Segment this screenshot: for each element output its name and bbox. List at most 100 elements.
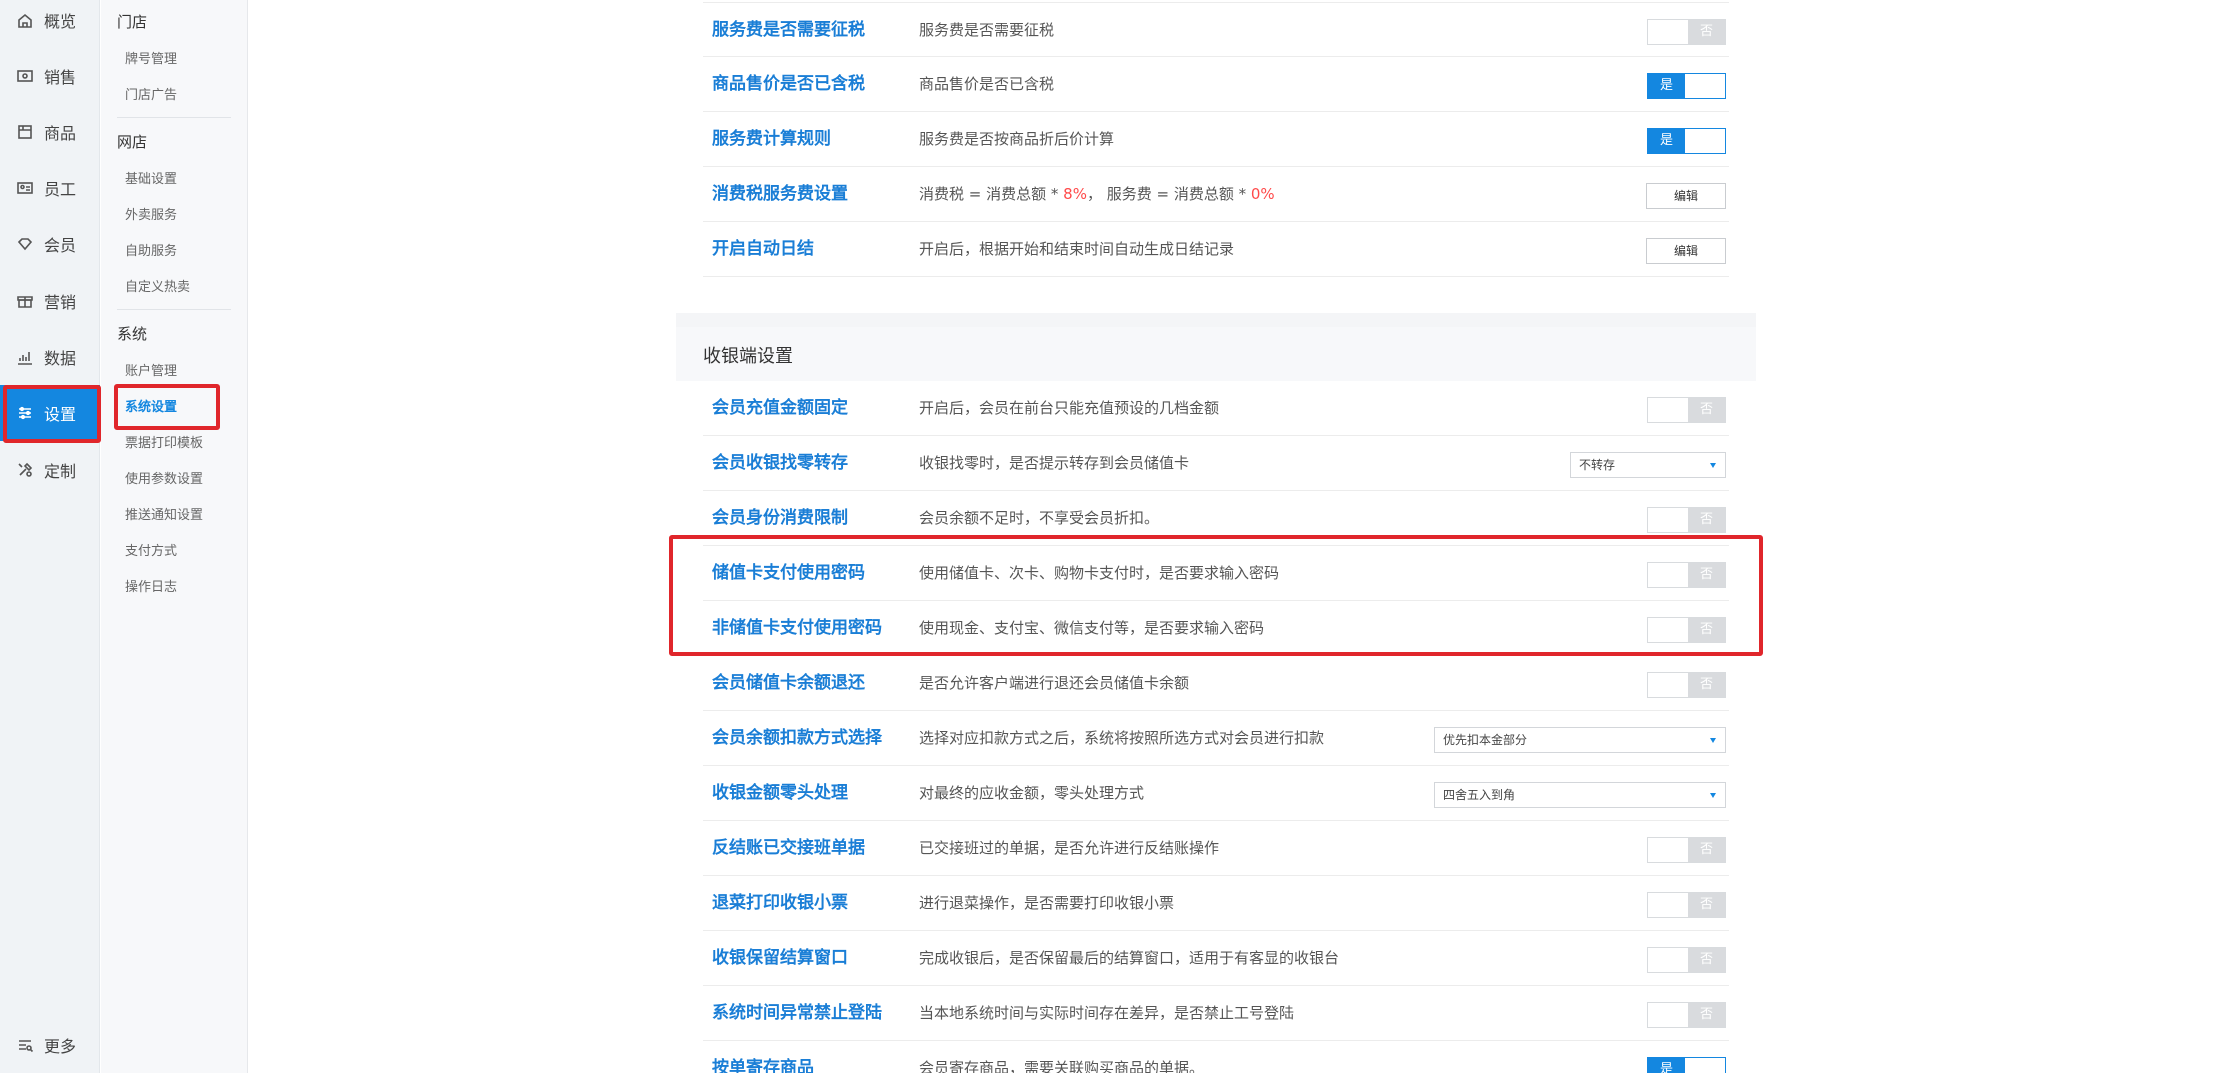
setting-description: 进行退菜操作，是否需要打印收银小票 bbox=[919, 894, 1175, 912]
subnav-item[interactable]: 推送通知设置 bbox=[125, 504, 203, 523]
setting-row: 收银保留结算窗口 完成收银后，是否保留最后的结算窗口，适用于有客显的收银台 否 bbox=[703, 931, 1729, 986]
setting-toggle[interactable]: 否 bbox=[1647, 947, 1726, 973]
setting-description: 已交接班过的单据，是否允许进行反结账操作 bbox=[919, 839, 1220, 857]
edit-button[interactable]: 编辑 bbox=[1646, 238, 1726, 264]
subnav-group-title: 网店 bbox=[117, 133, 148, 151]
setting-toggle[interactable]: 是 bbox=[1647, 1057, 1726, 1073]
toggle-state: 否 bbox=[1688, 398, 1725, 422]
setting-label[interactable]: 会员充值金额固定 bbox=[712, 381, 848, 436]
subnav-item[interactable]: 支付方式 bbox=[125, 540, 177, 559]
toggle-state: 否 bbox=[1688, 948, 1725, 972]
setting-label[interactable]: 会员余额扣款方式选择 bbox=[712, 711, 882, 766]
nav-item-5[interactable]: 营销 bbox=[0, 273, 100, 329]
subnav-group-title: 系统 bbox=[117, 325, 148, 343]
description-text: 消费税 = 消费总额 * bbox=[919, 185, 1064, 203]
setting-toggle[interactable]: 否 bbox=[1647, 507, 1726, 533]
subnav-item[interactable]: 外卖服务 bbox=[125, 204, 177, 223]
setting-label[interactable]: 服务费是否需要征税 bbox=[712, 3, 865, 58]
setting-description: 当本地系统时间与实际时间存在差异，是否禁止工号登陆 bbox=[919, 1004, 1295, 1022]
nav-item-3[interactable]: 员工 bbox=[0, 160, 100, 216]
setting-description: 收银找零时，是否提示转存到会员储值卡 bbox=[919, 454, 1190, 472]
subnav-item[interactable]: 操作日志 bbox=[125, 576, 177, 595]
subnav-item[interactable]: 门店广告 bbox=[125, 84, 177, 103]
setting-row: 非储值卡支付使用密码 使用现金、支付宝、微信支付等，是否要求输入密码 否 bbox=[703, 601, 1729, 656]
setting-row: 开启自动日结 开启后，根据开始和结束时间自动生成日结记录 编辑 bbox=[703, 222, 1729, 277]
toggle-state: 否 bbox=[1688, 563, 1725, 587]
setting-toggle[interactable]: 是 bbox=[1647, 128, 1726, 154]
setting-description: 完成收银后，是否保留最后的结算窗口，适用于有客显的收银台 bbox=[919, 949, 1340, 967]
setting-label[interactable]: 会员储值卡余额退还 bbox=[712, 656, 865, 711]
setting-label[interactable]: 退菜打印收银小票 bbox=[712, 876, 848, 931]
setting-row: 会员储值卡余额退还 是否允许客户端进行退还会员储值卡余额 否 bbox=[703, 656, 1729, 711]
setting-label[interactable]: 按单寄存商品 bbox=[712, 1041, 814, 1073]
setting-toggle[interactable]: 是 bbox=[1647, 73, 1726, 99]
setting-select[interactable]: 四舍五入到角 bbox=[1434, 782, 1726, 808]
toggle-state: 是 bbox=[1648, 1058, 1685, 1073]
setting-row: 消费税服务费设置 消费税 = 消费总额 * 8%， 服务费 = 消费总额 * 0%… bbox=[703, 167, 1729, 222]
setting-label[interactable]: 消费税服务费设置 bbox=[712, 167, 848, 222]
rate-value: 8% bbox=[1063, 185, 1087, 203]
nav-item-4[interactable]: 会员 bbox=[0, 216, 100, 272]
sales-icon bbox=[16, 67, 34, 85]
setting-label[interactable]: 开启自动日结 bbox=[712, 222, 814, 277]
setting-label[interactable]: 会员身份消费限制 bbox=[712, 491, 848, 546]
nav-item-0[interactable]: 概览 bbox=[0, 0, 100, 48]
subnav-item[interactable]: 自助服务 bbox=[125, 240, 177, 259]
toggle-state: 是 bbox=[1648, 74, 1685, 98]
setting-toggle[interactable]: 否 bbox=[1647, 837, 1726, 863]
setting-row: 会员余额扣款方式选择 选择对应扣款方式之后，系统将按照所选方式对会员进行扣款 优先扣… bbox=[703, 711, 1729, 766]
settings-icon bbox=[16, 404, 34, 422]
setting-label[interactable]: 非储值卡支付使用密码 bbox=[712, 601, 882, 656]
setting-row: 退菜打印收银小票 进行退菜操作，是否需要打印收银小票 否 bbox=[703, 876, 1729, 931]
toggle-state: 否 bbox=[1688, 893, 1725, 917]
select-value: 优先扣本金部分 bbox=[1443, 733, 1528, 747]
subnav-item[interactable]: 使用参数设置 bbox=[125, 468, 203, 487]
toggle-state: 是 bbox=[1648, 129, 1685, 153]
setting-label[interactable]: 收银金额零头处理 bbox=[712, 766, 848, 821]
main-nav-rail: 概览 销售 商品 员工会员营销 数据 设置定制更多 bbox=[0, 0, 100, 1073]
subnav-item[interactable]: 系统设置 bbox=[125, 396, 177, 415]
setting-select[interactable]: 优先扣本金部分 bbox=[1434, 727, 1726, 753]
setting-label[interactable]: 会员收银找零转存 bbox=[712, 436, 848, 491]
nav-item-label: 会员 bbox=[44, 236, 77, 255]
subnav-item[interactable]: 牌号管理 bbox=[125, 48, 177, 67]
nav-item-2[interactable]: 商品 bbox=[0, 104, 100, 160]
setting-label[interactable]: 服务费计算规则 bbox=[712, 112, 831, 167]
nav-item-8[interactable]: 定制 bbox=[0, 442, 100, 498]
description-text: ， 服务费 = 消费总额 * bbox=[1086, 185, 1251, 203]
subnav-item[interactable]: 账户管理 bbox=[125, 360, 177, 379]
setting-label[interactable]: 储值卡支付使用密码 bbox=[712, 546, 865, 601]
chevron-down-icon bbox=[1710, 738, 1716, 743]
setting-toggle[interactable]: 否 bbox=[1647, 397, 1726, 423]
setting-label[interactable]: 系统时间异常禁止登陆 bbox=[712, 986, 882, 1041]
setting-label[interactable]: 商品售价是否已含税 bbox=[712, 57, 865, 112]
chevron-down-icon bbox=[1710, 463, 1716, 468]
setting-row: 收银金额零头处理 对最终的应收金额，零头处理方式 四舍五入到角 bbox=[703, 766, 1729, 821]
setting-select[interactable]: 不转存 bbox=[1570, 452, 1726, 478]
more-icon bbox=[16, 1036, 34, 1054]
setting-toggle[interactable]: 否 bbox=[1647, 617, 1726, 643]
setting-label[interactable]: 收银保留结算窗口 bbox=[712, 931, 848, 986]
setting-toggle[interactable]: 否 bbox=[1647, 19, 1726, 45]
setting-toggle[interactable]: 否 bbox=[1647, 562, 1726, 588]
rate-value: 0% bbox=[1250, 185, 1275, 203]
nav-item-7[interactable]: 设置 bbox=[0, 385, 100, 441]
section-title: 收银端设置 bbox=[703, 346, 793, 367]
setting-toggle[interactable]: 否 bbox=[1647, 672, 1726, 698]
cashier-section-header bbox=[676, 327, 1756, 381]
edit-button[interactable]: 编辑 bbox=[1646, 183, 1726, 209]
setting-description: 会员余额不足时，不享受会员折扣。 bbox=[919, 509, 1160, 527]
setting-label[interactable]: 反结账已交接班单据 bbox=[712, 821, 865, 876]
nav-item-6[interactable]: 数据 bbox=[0, 329, 100, 385]
nav-more[interactable]: 更多 bbox=[0, 1017, 100, 1073]
goods-icon bbox=[16, 123, 34, 141]
setting-toggle[interactable]: 否 bbox=[1647, 892, 1726, 918]
select-value: 不转存 bbox=[1579, 458, 1616, 472]
nav-item-label: 定制 bbox=[44, 462, 77, 481]
setting-toggle[interactable]: 否 bbox=[1647, 1002, 1726, 1028]
subnav-item[interactable]: 票据打印模板 bbox=[125, 432, 203, 451]
subnav-item[interactable]: 自定义热卖 bbox=[125, 276, 190, 295]
setting-description: 商品售价是否已含税 bbox=[919, 75, 1055, 93]
nav-item-1[interactable]: 销售 bbox=[0, 48, 100, 104]
subnav-item[interactable]: 基础设置 bbox=[125, 168, 177, 187]
